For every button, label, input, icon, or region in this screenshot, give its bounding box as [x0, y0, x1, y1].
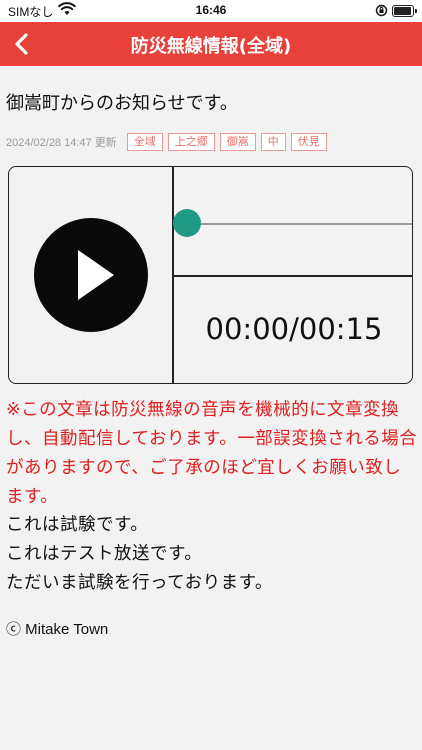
message-meta: 2024/02/28 14:47 更新 全域 上之郷 御嵩 中 伏見 [6, 133, 332, 151]
time-display: 00:00/00:15 [205, 312, 383, 346]
seek-bar[interactable] [185, 223, 412, 225]
message-line: これはテスト放送です。 [6, 544, 203, 564]
message-line: これは試験です。 [6, 515, 149, 535]
play-icon [78, 250, 114, 300]
page-title: 防災無線情報(全域) [130, 36, 292, 57]
message-body: これは試験です。 これはテスト放送です。 ただいま試験を行っております。 [6, 511, 416, 598]
area-tag: 全域 [126, 133, 163, 151]
seek-thumb[interactable] [173, 209, 201, 237]
status-bar: SIMなし 16:46 [0, 0, 422, 22]
auto-conversion-notice: ※この文章は防災無線の音声を機械的に文章変換し、自動配信しております。一部誤変換… [6, 400, 418, 507]
area-tag: 中 [260, 133, 286, 151]
orientation-lock-icon [375, 4, 388, 20]
clock: 16:46 [195, 3, 227, 17]
audio-player: 00:00/00:15 [8, 166, 413, 384]
area-tag: 御嵩 [219, 133, 256, 151]
play-button[interactable] [34, 218, 148, 332]
player-divider [172, 275, 412, 277]
area-tag: 上之郷 [167, 133, 215, 151]
navigation-bar: 防災無線情報(全域) [0, 22, 422, 66]
message-line: ただいま試験を行っております。 [6, 573, 273, 593]
updated-datetime: 2024/02/28 14:47 更新 [6, 137, 117, 149]
battery-icon [392, 5, 417, 17]
area-tag: 伏見 [290, 133, 327, 151]
copyright: ⓒ Mitake Town [6, 621, 109, 638]
message-intro: 御嵩町からのお知らせです。 [6, 93, 238, 114]
